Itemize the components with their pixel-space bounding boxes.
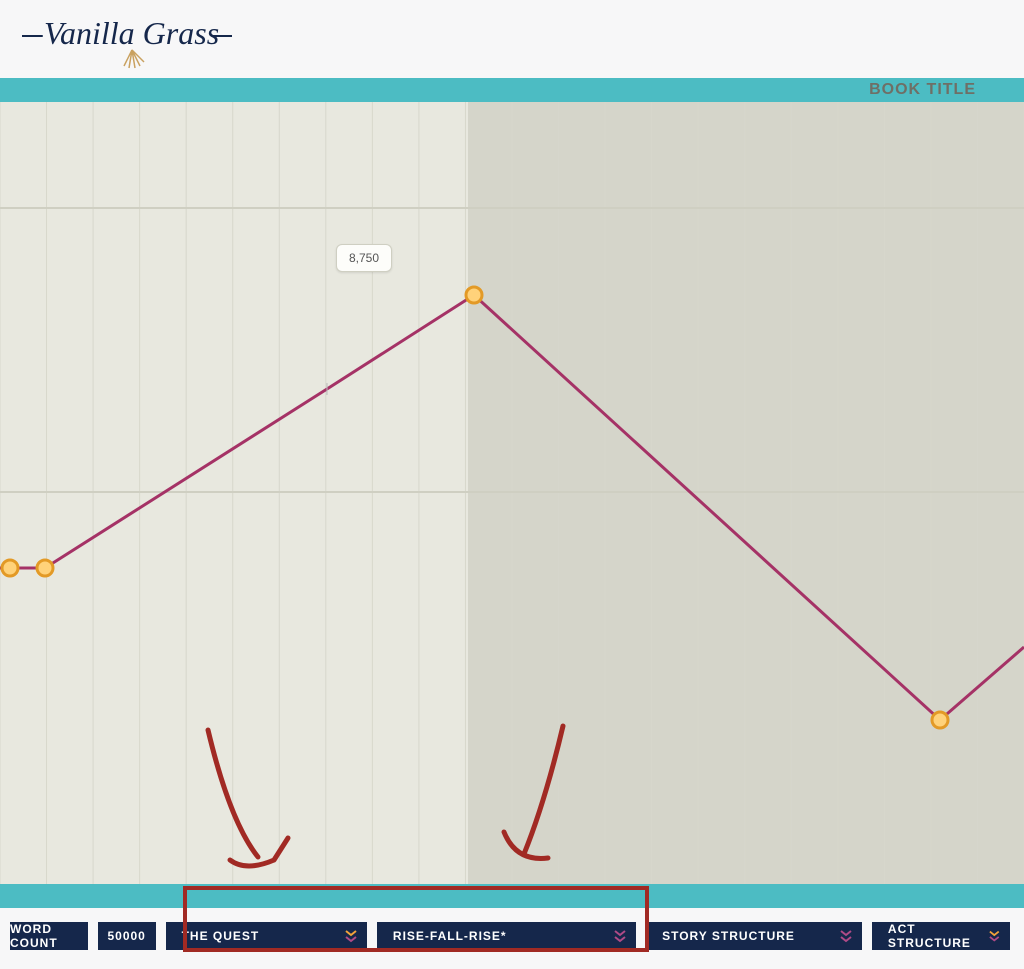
marker-start[interactable] — [2, 560, 18, 576]
divider-strip — [0, 884, 1024, 908]
chart-panel: 8,750 — [0, 102, 1024, 884]
marker-m2[interactable] — [37, 560, 53, 576]
chevron-down-icon — [840, 929, 852, 943]
story-shape-label: RISE-FALL-RISE* — [393, 929, 507, 943]
story-shape-select[interactable]: RISE-FALL-RISE* — [377, 922, 636, 950]
brand-logo-svg: Vanilla Grass — [22, 8, 232, 70]
act-structure-select[interactable]: ACT STRUCTURE — [872, 922, 1010, 950]
book-title-label: BOOK TITLE — [869, 81, 976, 98]
plot-type-select[interactable]: THE QUEST — [166, 922, 367, 950]
word-count-input[interactable]: 50000 — [98, 922, 156, 950]
tooltip-value: 8,750 — [349, 251, 379, 265]
chart-svg — [0, 102, 1024, 884]
marker-peak[interactable] — [466, 287, 482, 303]
title-bar: BOOK TITLE — [0, 78, 1024, 102]
chevron-down-icon — [614, 929, 626, 943]
marker-trough[interactable] — [932, 712, 948, 728]
controls-bar: WORD COUNT 50000 THE QUEST RISE-FALL-RIS… — [0, 908, 1024, 964]
svg-text:Vanilla Grass: Vanilla Grass — [44, 15, 219, 51]
story-structure-label: STORY STRUCTURE — [662, 929, 795, 943]
act-structure-label: ACT STRUCTURE — [888, 922, 989, 950]
word-count-label: WORD COUNT — [10, 922, 88, 950]
chevron-down-icon — [989, 929, 1000, 943]
chevron-down-icon — [345, 929, 357, 943]
word-count-tooltip: 8,750 — [336, 244, 392, 272]
brand-logo: Vanilla Grass — [0, 0, 1024, 78]
story-structure-select[interactable]: STORY STRUCTURE — [646, 922, 862, 950]
plot-type-label: THE QUEST — [182, 929, 260, 943]
hint-arrow-left — [208, 730, 288, 866]
